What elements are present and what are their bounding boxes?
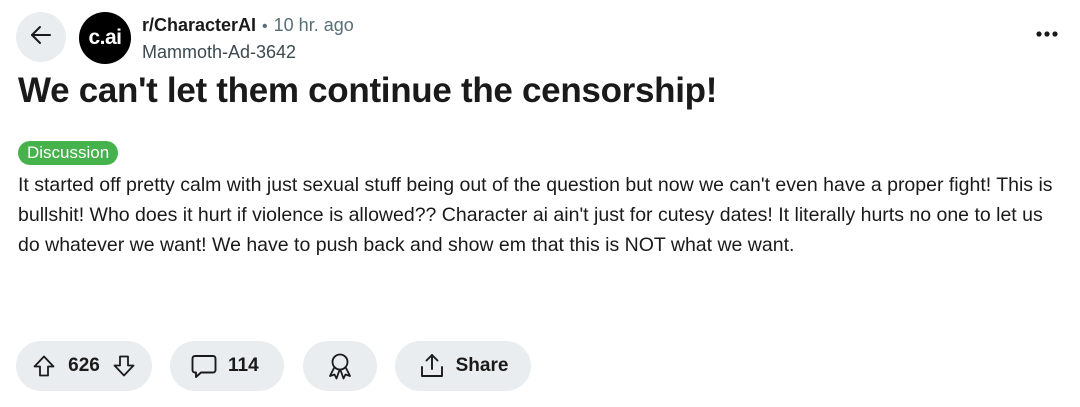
arrow-left-icon: [28, 22, 54, 53]
subreddit-avatar[interactable]: c.ai: [79, 12, 131, 64]
comment-count: 114: [228, 355, 259, 376]
author-username[interactable]: Mammoth-Ad-3642: [142, 41, 354, 63]
meta-separator: •: [262, 18, 268, 35]
post-meta: r/CharacterAI • 10 hr. ago Mammoth-Ad-36…: [142, 14, 354, 63]
post-title[interactable]: We can't let them continue the censorshi…: [18, 68, 717, 114]
more-options-button[interactable]: [1032, 18, 1062, 48]
share-upload-icon: [420, 354, 443, 377]
share-label: Share: [455, 355, 509, 376]
award-ribbon-icon: [329, 353, 351, 380]
avatar-text: c.ai: [88, 26, 122, 49]
post-timestamp: 10 hr. ago: [273, 15, 354, 35]
comments-button[interactable]: 114: [170, 341, 284, 391]
speech-bubble-icon: [191, 355, 217, 378]
post-page: c.ai r/CharacterAI • 10 hr. ago Mammoth-…: [0, 0, 1080, 407]
ellipsis-icon: [1036, 24, 1058, 42]
upvote-arrow-icon: [33, 355, 55, 377]
post-flair-badge[interactable]: Discussion: [18, 141, 119, 165]
back-button[interactable]: [16, 12, 66, 62]
vote-control: 626: [16, 341, 152, 391]
meta-row: r/CharacterAI • 10 hr. ago: [142, 14, 354, 38]
subreddit-link[interactable]: r/CharacterAI: [142, 14, 256, 36]
post-body: It started off pretty calm with just sex…: [18, 174, 1053, 256]
vote-count: 626: [68, 355, 100, 376]
share-button[interactable]: Share: [395, 341, 531, 391]
downvote-arrow-icon: [113, 355, 135, 377]
downvote-button[interactable]: [110, 352, 138, 380]
award-button[interactable]: [303, 341, 377, 391]
upvote-button[interactable]: [30, 352, 58, 380]
